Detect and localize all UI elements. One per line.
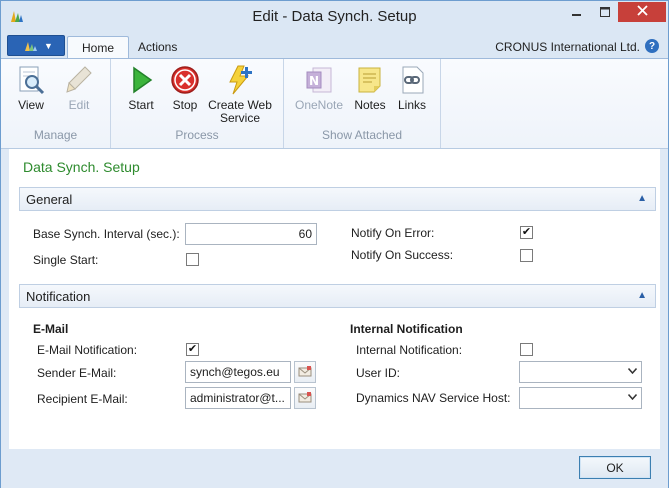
chevron-down-icon[interactable] bbox=[627, 365, 638, 377]
edit-pencil-icon bbox=[62, 63, 96, 97]
view-icon bbox=[14, 63, 48, 97]
ribbon-group-show-attached: N OneNote Notes Links Show Attached bbox=[284, 59, 441, 148]
ribbon-group-manage: View Edit Manage bbox=[1, 59, 111, 148]
stop-icon bbox=[168, 63, 202, 97]
tab-home[interactable]: Home bbox=[67, 36, 130, 59]
create-web-service-button[interactable]: Create Web Service bbox=[207, 63, 273, 125]
maximize-button[interactable] bbox=[591, 2, 619, 22]
links-icon bbox=[395, 63, 429, 97]
dialog-footer: OK bbox=[1, 449, 668, 488]
stop-button[interactable]: Stop bbox=[165, 63, 205, 112]
notify-on-error-checkbox[interactable]: ✔ bbox=[520, 226, 533, 239]
recipient-email-input[interactable]: administrator@t... bbox=[185, 387, 291, 409]
ribbon-group-label-show-attached: Show Attached bbox=[321, 128, 403, 142]
chevron-up-icon[interactable]: ▲ bbox=[637, 193, 647, 204]
links-button[interactable]: Links bbox=[392, 63, 432, 112]
page-content: Data Synch. Setup General ▲ Base Synch. … bbox=[9, 149, 660, 449]
internal-notification-checkbox[interactable] bbox=[520, 343, 533, 356]
title-bar: Edit - Data Synch. Setup bbox=[1, 1, 668, 32]
window: Edit - Data Synch. Setup ▼ Home Actions … bbox=[0, 0, 669, 488]
edit-button[interactable]: Edit bbox=[59, 63, 99, 112]
notes-button-label: Notes bbox=[354, 98, 386, 112]
email-assist-icon bbox=[298, 365, 312, 380]
page-title: Data Synch. Setup bbox=[23, 159, 140, 175]
close-button[interactable] bbox=[618, 2, 666, 22]
email-section-heading: E-Mail bbox=[33, 322, 69, 336]
sender-email-input[interactable]: synch@tegos.eu bbox=[185, 361, 291, 383]
single-start-label: Single Start: bbox=[33, 253, 99, 267]
ribbon-group-label-process: Process bbox=[175, 128, 219, 142]
notes-icon bbox=[353, 63, 387, 97]
user-id-dropdown[interactable] bbox=[519, 361, 642, 383]
svg-text:N: N bbox=[309, 74, 319, 88]
notify-on-success-label: Notify On Success: bbox=[351, 248, 454, 262]
notify-on-error-label: Notify On Error: bbox=[351, 226, 435, 240]
fasttab-general[interactable]: General ▲ bbox=[19, 187, 656, 211]
ribbon-group-label-manage: Manage bbox=[33, 128, 78, 142]
sender-email-label: Sender E-Mail: bbox=[37, 366, 117, 380]
notify-on-success-checkbox[interactable] bbox=[520, 249, 533, 262]
user-id-label: User ID: bbox=[356, 366, 401, 380]
internal-notification-label: Internal Notification: bbox=[356, 343, 463, 357]
chevron-down-icon[interactable] bbox=[627, 391, 638, 403]
checkmark-icon: ✔ bbox=[187, 343, 198, 355]
start-button-label: Start bbox=[128, 98, 154, 112]
service-host-dropdown[interactable] bbox=[519, 387, 642, 409]
ribbon-tab-row: ▼ Home Actions CRONUS International Ltd.… bbox=[1, 32, 668, 59]
sender-email-assist-button[interactable] bbox=[294, 361, 316, 383]
email-notification-checkbox[interactable]: ✔ bbox=[186, 343, 199, 356]
fasttab-notification-title: Notification bbox=[26, 289, 91, 304]
ok-button[interactable]: OK bbox=[579, 456, 651, 479]
close-icon bbox=[636, 5, 648, 19]
service-host-label: Dynamics NAV Service Host: bbox=[356, 391, 511, 405]
create-web-service-icon bbox=[223, 63, 257, 97]
ribbon-group-process: Start Stop Create Web Service Process bbox=[111, 59, 284, 148]
fasttab-general-title: General bbox=[26, 192, 73, 207]
company-name: CRONUS International Ltd. bbox=[495, 40, 640, 54]
recipient-email-assist-button[interactable] bbox=[294, 387, 316, 409]
links-button-label: Links bbox=[397, 98, 426, 112]
base-synch-interval-label: Base Synch. Interval (sec.): bbox=[33, 227, 180, 241]
stop-button-label: Stop bbox=[172, 98, 198, 112]
recipient-email-label: Recipient E-Mail: bbox=[37, 392, 128, 406]
view-button-label: View bbox=[18, 98, 44, 112]
app-logo-icon bbox=[25, 41, 37, 51]
chevron-down-icon: ▼ bbox=[44, 40, 53, 51]
minimize-button[interactable] bbox=[563, 2, 591, 22]
onenote-button[interactable]: N OneNote bbox=[292, 63, 346, 112]
onenote-icon: N bbox=[302, 63, 336, 97]
tab-actions[interactable]: Actions bbox=[124, 36, 191, 59]
create-web-service-label-line2: Service bbox=[219, 111, 260, 125]
email-notification-label: E-Mail Notification: bbox=[37, 343, 138, 357]
application-menu-button[interactable]: ▼ bbox=[7, 35, 65, 56]
base-synch-interval-input[interactable]: 60 bbox=[185, 223, 317, 245]
edit-button-label: Edit bbox=[68, 98, 90, 112]
help-icon[interactable]: ? bbox=[645, 39, 659, 53]
chevron-up-icon[interactable]: ▲ bbox=[637, 290, 647, 301]
onenote-button-label: OneNote bbox=[294, 98, 344, 112]
internal-notification-heading: Internal Notification bbox=[350, 322, 463, 336]
start-button[interactable]: Start bbox=[121, 63, 161, 112]
ribbon: View Edit Manage Start Stop Create Web S… bbox=[1, 58, 668, 149]
single-start-checkbox[interactable] bbox=[186, 253, 199, 266]
notes-button[interactable]: Notes bbox=[350, 63, 390, 112]
start-play-icon bbox=[124, 63, 158, 97]
view-button[interactable]: View bbox=[11, 63, 51, 112]
email-assist-icon bbox=[298, 391, 312, 406]
fasttab-notification[interactable]: Notification ▲ bbox=[19, 284, 656, 308]
checkmark-icon: ✔ bbox=[521, 226, 532, 238]
